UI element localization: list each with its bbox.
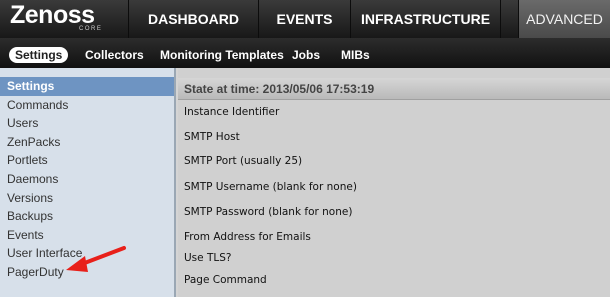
red-arrow-annotation	[66, 246, 126, 272]
field-smtp-host: SMTP Host	[184, 131, 240, 143]
field-smtp-password: SMTP Password (blank for none)	[184, 206, 353, 218]
logo-subtext: CORE	[79, 26, 103, 32]
subnav-monitoring-templates[interactable]: Monitoring Templates	[160, 47, 284, 63]
top-nav-bar: Zenoss CORE DASHBOARD EVENTS INFRASTRUCT…	[0, 0, 610, 38]
nav-infrastructure[interactable]: INFRASTRUCTURE	[350, 0, 500, 38]
sidebar-item-versions[interactable]: Versions	[0, 189, 174, 208]
field-smtp-port: SMTP Port (usually 25)	[184, 155, 303, 167]
field-instance-identifier: Instance Identifier	[184, 106, 280, 118]
sidebar-item-users[interactable]: Users	[0, 114, 174, 133]
state-timestamp: State at time: 2013/05/06 17:53:19	[184, 82, 375, 96]
field-smtp-username: SMTP Username (blank for none)	[184, 181, 357, 193]
field-from-address: From Address for Emails	[184, 231, 311, 243]
sidebar-item-backups[interactable]: Backups	[0, 207, 174, 226]
field-use-tls: Use TLS?	[184, 252, 232, 264]
subnav-jobs[interactable]: Jobs	[292, 47, 320, 63]
nav-events[interactable]: EVENTS	[258, 0, 350, 38]
sidebar-item-zenpacks[interactable]: ZenPacks	[0, 133, 174, 152]
sidebar-item-daemons[interactable]: Daemons	[0, 170, 174, 189]
field-page-command: Page Command	[184, 274, 267, 286]
zenoss-logo[interactable]: Zenoss CORE	[0, 0, 128, 38]
sidebar-item-events[interactable]: Events	[0, 226, 174, 245]
subnav-settings[interactable]: Settings	[9, 47, 69, 63]
nav-advanced[interactable]: ADVANCED	[518, 0, 610, 38]
subnav-collectors[interactable]: Collectors	[85, 47, 144, 63]
sidebar-item-commands[interactable]: Commands	[0, 96, 174, 115]
subnav-mibs[interactable]: MIBs	[341, 47, 370, 63]
nav-dashboard[interactable]: DASHBOARD	[128, 0, 258, 38]
sidebar-item-portlets[interactable]: Portlets	[0, 151, 174, 170]
sidebar-item-settings[interactable]: Settings	[0, 77, 174, 96]
